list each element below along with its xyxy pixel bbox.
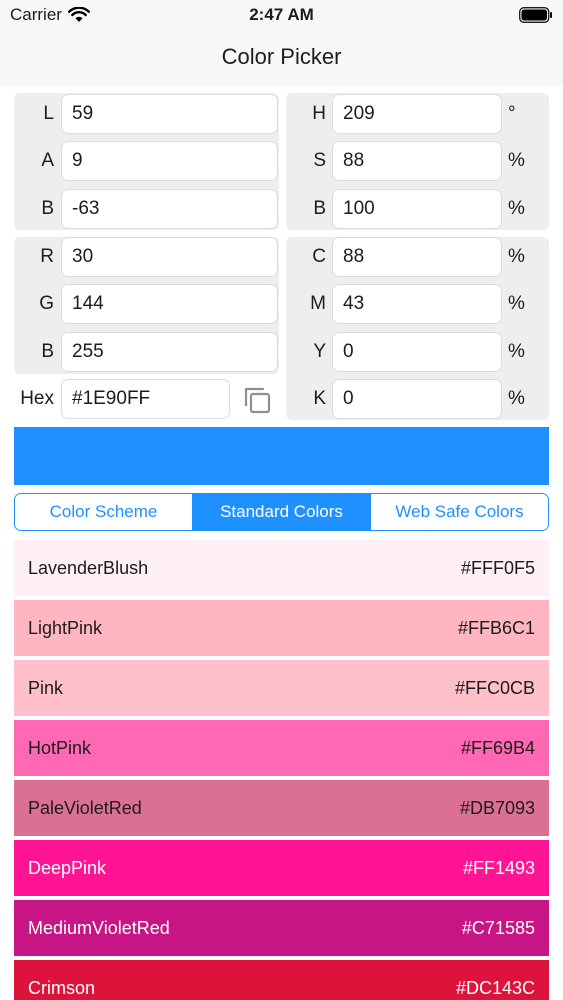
cmyk-k-input[interactable]: [332, 379, 502, 419]
hsb-panel: H ° S % B %: [286, 93, 549, 230]
cmyk-k-unit: %: [508, 388, 525, 409]
rgb-r-row: R: [14, 237, 279, 277]
copy-icon[interactable]: [243, 384, 273, 414]
rgb-r-input[interactable]: [61, 237, 278, 277]
hsb-b-row: B %: [286, 189, 549, 229]
lab-b-label: B: [41, 198, 54, 219]
list-item[interactable]: Pink #FFC0CB: [14, 660, 549, 716]
hsb-s-label: S: [313, 150, 326, 171]
hsb-b-label: B: [313, 198, 326, 219]
color-name: DeepPink: [28, 857, 107, 878]
hsb-b-input[interactable]: [332, 189, 502, 229]
rgb-panel: R G B: [14, 237, 279, 374]
list-item[interactable]: HotPink #FF69B4: [14, 720, 549, 776]
list-item[interactable]: LavenderBlush #FFF0F5: [14, 540, 549, 596]
lab-b-input[interactable]: [61, 189, 278, 229]
rgb-b-label: B: [41, 341, 54, 362]
cmyk-panel: C % M % Y % K %: [286, 237, 549, 420]
color-list: LavenderBlush #FFF0F5 LightPink #FFB6C1 …: [14, 540, 549, 1000]
tab-color-scheme[interactable]: Color Scheme: [15, 494, 193, 530]
rgb-g-row: G: [14, 284, 279, 324]
rgb-b-row: B: [14, 332, 279, 372]
color-hex: #DB7093: [459, 797, 535, 818]
hsb-s-row: S %: [286, 141, 549, 181]
cmyk-c-row: C %: [286, 237, 549, 277]
hex-label: Hex: [20, 388, 54, 409]
lab-panel: L A B: [14, 93, 279, 230]
lab-a-row: A: [14, 141, 279, 181]
cmyk-y-unit: %: [508, 341, 525, 362]
cmyk-m-unit: %: [508, 293, 525, 314]
hsb-h-label: H: [312, 103, 326, 124]
rgb-b-input[interactable]: [61, 332, 278, 372]
hsb-h-row: H °: [286, 94, 549, 134]
battery-icon: [519, 7, 552, 23]
color-hex: #FFF0F5: [460, 557, 535, 578]
list-item[interactable]: DeepPink #FF1493: [14, 840, 549, 896]
color-preview-swatch: [14, 427, 549, 485]
color-hex: #FFC0CB: [454, 677, 535, 698]
status-bar: Carrier 2:47 AM: [0, 0, 563, 30]
color-name: PaleVioletRed: [28, 797, 142, 818]
hsb-s-input[interactable]: [332, 141, 502, 181]
hex-input[interactable]: [61, 379, 230, 419]
lab-l-row: L: [14, 94, 279, 134]
cmyk-m-input[interactable]: [332, 284, 502, 324]
page-title: Color Picker: [221, 44, 342, 69]
cmyk-k-row: K %: [286, 379, 549, 419]
lab-l-label: L: [43, 103, 54, 124]
cmyk-y-input[interactable]: [332, 332, 502, 372]
list-item[interactable]: LightPink #FFB6C1: [14, 600, 549, 656]
cmyk-m-label: M: [310, 293, 326, 314]
list-item[interactable]: MediumVioletRed #C71585: [14, 900, 549, 956]
list-item[interactable]: Crimson #DC143C: [14, 960, 549, 1000]
color-name: Pink: [28, 677, 64, 698]
tab-web-safe-colors[interactable]: Web Safe Colors: [371, 494, 548, 530]
hex-row: Hex: [14, 379, 279, 419]
color-hex: #C71585: [461, 917, 535, 938]
color-name: LightPink: [28, 617, 103, 638]
cmyk-y-row: Y %: [286, 332, 549, 372]
lab-a-label: A: [41, 150, 54, 171]
rgb-r-label: R: [40, 246, 54, 267]
color-name: MediumVioletRed: [28, 917, 170, 938]
hsb-h-unit: °: [508, 103, 516, 124]
color-hex: #DC143C: [455, 977, 535, 998]
rgb-g-input[interactable]: [61, 284, 278, 324]
cmyk-y-label: Y: [313, 341, 326, 362]
cmyk-c-unit: %: [508, 246, 525, 267]
lab-a-input[interactable]: [61, 141, 278, 181]
color-source-tabs: Color Scheme Standard Colors Web Safe Co…: [14, 493, 549, 531]
hsb-h-input[interactable]: [332, 94, 502, 134]
color-name: HotPink: [28, 737, 92, 758]
tab-standard-colors[interactable]: Standard Colors: [193, 494, 371, 530]
cmyk-c-input[interactable]: [332, 237, 502, 277]
color-hex: #FF1493: [462, 857, 535, 878]
color-name: Crimson: [28, 977, 96, 998]
color-name: LavenderBlush: [28, 557, 149, 578]
rgb-g-label: G: [39, 293, 54, 314]
cmyk-c-label: C: [312, 246, 326, 267]
list-item[interactable]: PaleVioletRed #DB7093: [14, 780, 549, 836]
hsb-b-unit: %: [508, 198, 525, 219]
lab-l-input[interactable]: [61, 94, 278, 134]
nav-bar: Color Picker: [0, 30, 563, 86]
cmyk-k-label: K: [313, 388, 326, 409]
clock: 2:47 AM: [249, 5, 314, 24]
color-hex: #FFB6C1: [457, 617, 535, 638]
color-hex: #FF69B4: [460, 737, 535, 758]
hsb-s-unit: %: [508, 150, 525, 171]
cmyk-m-row: M %: [286, 284, 549, 324]
lab-b-row: B: [14, 189, 279, 229]
